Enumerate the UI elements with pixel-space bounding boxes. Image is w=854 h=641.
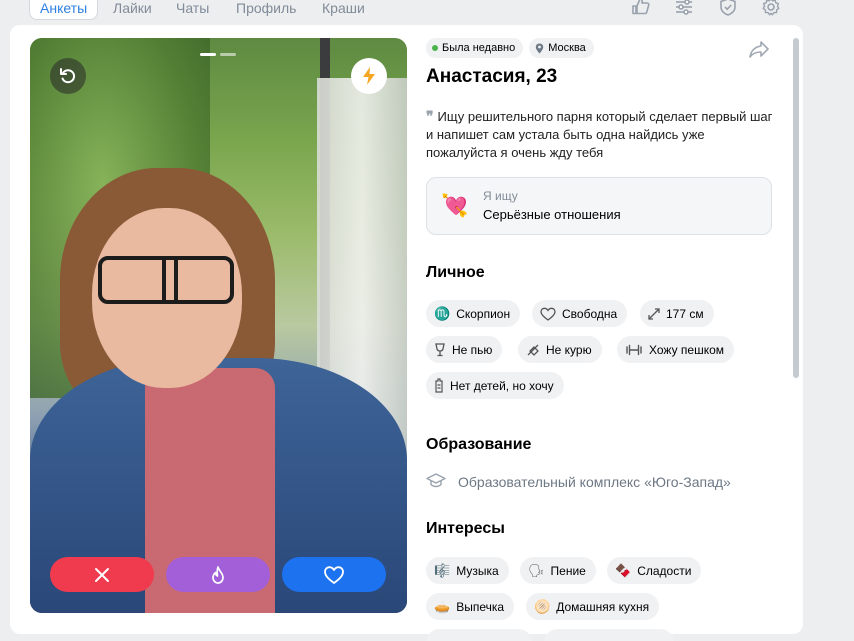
seeking-label: Я ищу: [483, 189, 518, 203]
music-notes-icon: 🎼: [434, 562, 451, 578]
quote-icon: ❞: [426, 108, 434, 124]
seeking-card: 💘 Я ищу Серьёзные отношения: [426, 177, 772, 235]
scorpio-icon: ♏: [434, 305, 451, 321]
chip-relationship: Свободна: [532, 300, 628, 327]
photo-page-dot[interactable]: [200, 53, 216, 56]
heart-arrow-icon: 💘: [441, 193, 469, 218]
chip-label: Выпечка: [456, 599, 505, 614]
interests-section: Интересы 🎼 Музыка 🗣 Пение 🍫 Сладости 🥧 В…: [426, 520, 786, 641]
chip-interest-partial: [426, 629, 532, 641]
chip-children: Нет детей, но хочу: [426, 372, 564, 399]
section-title-interests: Интересы: [426, 520, 505, 537]
wine-glass-icon: [434, 342, 446, 357]
chip-interest: 🫓 Домашняя кухня: [526, 593, 660, 620]
online-status-badge: Была недавно: [426, 38, 524, 58]
close-icon: [95, 567, 109, 582]
chip-label: Не курю: [546, 342, 592, 357]
city-text: Москва: [548, 42, 586, 54]
tab-crushes[interactable]: Краши: [322, 0, 365, 20]
chip-interest-partial: [544, 629, 674, 641]
flatbread-icon: 🫓: [534, 598, 551, 614]
flame-icon: [212, 565, 224, 584]
thumbs-up-icon[interactable]: [630, 0, 652, 18]
online-dot-icon: [432, 45, 438, 51]
status-badges: Была недавно Москва: [426, 38, 776, 58]
chip-interest: 🥧 Выпечка: [426, 593, 515, 620]
dumbbell-icon: [625, 344, 643, 356]
chip-activity: Хожу пешком: [617, 336, 735, 363]
scrollbar[interactable]: [793, 38, 799, 378]
shield-check-icon[interactable]: [717, 0, 739, 18]
dislike-button[interactable]: [50, 557, 154, 592]
photo-pagination: [200, 53, 236, 56]
seeking-value: Серьёзные отношения: [483, 207, 621, 222]
location-pin-icon: [536, 43, 544, 53]
tab-profiles[interactable]: Анкеты: [29, 0, 99, 20]
education-section: Образование Образовательный комплекс «Юг…: [426, 436, 786, 496]
photo-glasses: [98, 256, 234, 304]
chocolate-icon: 🍫: [615, 562, 632, 578]
chip-label: Скорпион: [456, 306, 511, 321]
chip-label: Не пью: [452, 342, 493, 357]
bio-text: Ищу решительного парня который сделает п…: [426, 109, 773, 160]
chip-label: Сладости: [637, 563, 692, 578]
tab-chats[interactable]: Чаты: [176, 0, 209, 20]
education-item: Образовательный комплекс «Юго-Запад»: [426, 472, 731, 491]
boost-button[interactable]: [351, 58, 387, 94]
chip-label: Пение: [550, 563, 586, 578]
education-text: Образовательный комплекс «Юго-Запад»: [458, 473, 731, 490]
singing-icon: 🗣: [528, 562, 545, 578]
pie-icon: 🥧: [434, 598, 451, 614]
heart-icon: [324, 565, 344, 584]
chip-label: Домашняя кухня: [556, 599, 650, 614]
like-button[interactable]: [282, 557, 386, 592]
chip-label: Хожу пешком: [649, 342, 725, 357]
resize-arrows-icon: [648, 307, 660, 320]
section-title-personal: Личное: [426, 264, 485, 281]
share-icon[interactable]: [748, 40, 770, 65]
profile-bio: ❞ Ищу решительного парня который сделает …: [426, 107, 776, 162]
city-badge: Москва: [529, 38, 594, 58]
graduation-cap-icon: [426, 472, 446, 491]
filters-icon[interactable]: [673, 0, 695, 18]
heart-outline-icon: [540, 307, 556, 321]
baby-bottle-icon: [434, 378, 444, 393]
chip-label: Музыка: [456, 563, 499, 578]
super-like-button[interactable]: [166, 557, 270, 592]
chip-interest: 🎼 Музыка: [426, 557, 509, 584]
section-title-education: Образование: [426, 436, 532, 453]
tab-likes[interactable]: Лайки: [113, 0, 152, 20]
chip-zodiac: ♏ Скорпион: [426, 300, 521, 327]
no-smoking-icon: [526, 343, 540, 357]
tab-profile[interactable]: Профиль: [236, 0, 296, 20]
profile-info: Была недавно Москва Анастасия, 23 ❞ Ищу р…: [426, 38, 776, 235]
chip-label: Свободна: [562, 306, 618, 321]
photo-page-dot[interactable]: [220, 53, 236, 56]
chip-drinking: Не пью: [426, 336, 503, 363]
chip-interest: 🍫 Сладости: [607, 557, 702, 584]
chip-interest: 🗣 Пение: [520, 557, 596, 584]
personal-section: Личное ♏ Скорпион Свободна 177 см Не пью…: [426, 264, 786, 404]
undo-icon: [60, 68, 76, 84]
profile-photo[interactable]: [30, 38, 407, 613]
chip-height: 177 см: [640, 300, 714, 327]
chip-label: 177 см: [666, 306, 704, 321]
top-nav: Анкеты Лайки Чаты Профиль Краши: [0, 0, 854, 24]
undo-button[interactable]: [50, 58, 86, 94]
chip-label: Нет детей, но хочу: [450, 378, 554, 393]
lightning-icon: [363, 67, 375, 85]
gear-icon[interactable]: [760, 0, 782, 18]
online-status-text: Была недавно: [442, 42, 516, 54]
profile-name: Анастасия, 23: [426, 66, 558, 87]
chip-smoking: Не курю: [518, 336, 602, 363]
